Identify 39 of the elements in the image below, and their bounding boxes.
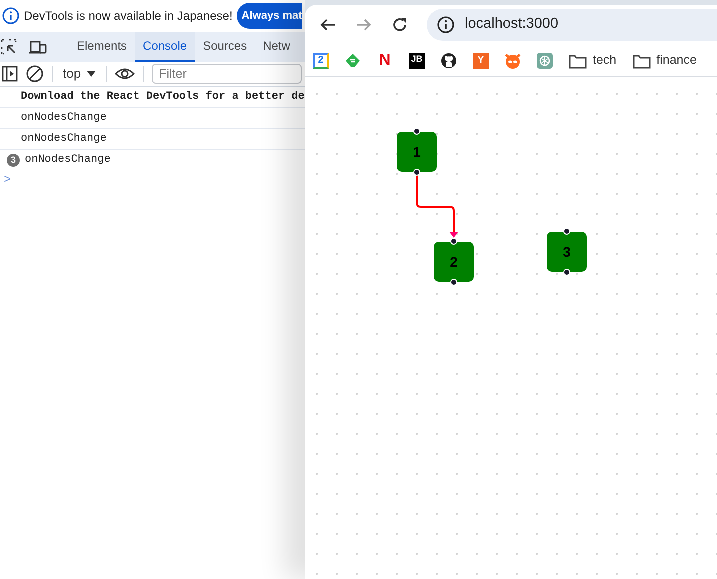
devtools-tab[interactable]: Sources bbox=[195, 32, 256, 62]
forward-arrow-icon bbox=[356, 17, 372, 33]
edge-arrow[interactable] bbox=[416, 173, 458, 238]
address-text: localhost:3000 bbox=[465, 15, 559, 34]
feedly-icon bbox=[345, 52, 361, 68]
bookmark[interactable]: JB bbox=[409, 52, 425, 68]
devtools-tab[interactable]: Netw bbox=[255, 32, 298, 62]
address-bar[interactable]: localhost:3000 bbox=[427, 9, 717, 41]
bookmark[interactable]: 2 bbox=[313, 52, 329, 68]
back-arrow-icon bbox=[320, 17, 336, 33]
site-info-icon[interactable] bbox=[437, 16, 455, 34]
inspect-icon[interactable] bbox=[1, 39, 17, 55]
infobar-message: DevTools is now available in Japanese! bbox=[24, 8, 233, 25]
repeat-count-badge: 3 bbox=[7, 154, 20, 167]
bookmark-folder[interactable]: tech bbox=[561, 51, 625, 70]
sidebar-toggle-icon[interactable] bbox=[2, 66, 18, 82]
clear-console-icon[interactable] bbox=[26, 65, 44, 83]
fox-icon bbox=[505, 52, 521, 68]
folder-icon bbox=[569, 52, 587, 68]
always-match-button[interactable]: Always mat bbox=[236, 2, 302, 30]
reload-icon bbox=[392, 17, 408, 33]
folder-icon bbox=[632, 52, 651, 68]
context-dropdown[interactable]: top bbox=[61, 64, 98, 84]
chatgpt-icon bbox=[537, 52, 553, 68]
console-message: Download the React DevTools for a better de bbox=[0, 87, 305, 108]
filter-field[interactable]: Filter bbox=[152, 64, 302, 84]
eye-icon[interactable] bbox=[115, 67, 136, 81]
device-toolbar-icon[interactable] bbox=[29, 40, 47, 55]
console-message: onNodesChange bbox=[0, 108, 305, 129]
console-message: onNodesChange bbox=[25, 153, 111, 168]
console-message: onNodesChange bbox=[0, 129, 305, 150]
devtools-tab[interactable]: Console bbox=[135, 32, 196, 62]
bookmark-folder[interactable]: finance bbox=[624, 51, 705, 70]
bookmark[interactable]: N bbox=[377, 52, 393, 68]
caret-icon bbox=[87, 71, 96, 77]
info-icon bbox=[2, 7, 20, 25]
console-prompt[interactable]: > bbox=[0, 171, 12, 189]
devtools-tab[interactable]: Elements bbox=[69, 32, 136, 62]
github-icon bbox=[441, 52, 457, 68]
